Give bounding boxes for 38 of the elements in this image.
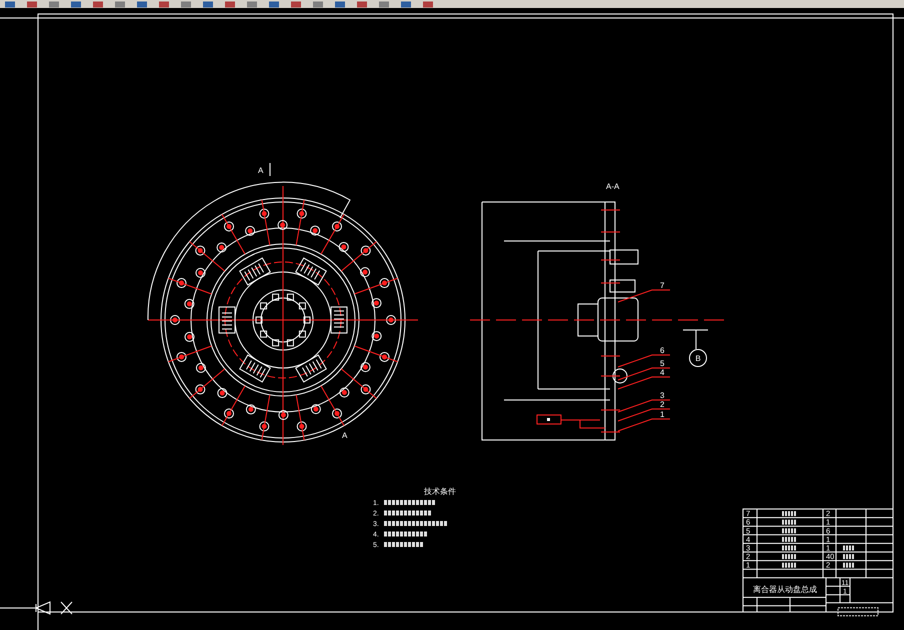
leader-line: [618, 368, 670, 380]
leader-line: [618, 354, 670, 368]
illegible-text-drawing: [782, 511, 796, 516]
illegible-text-drawing: [782, 546, 796, 550]
section-marker: A: [258, 166, 264, 175]
callout-number: 2: [660, 400, 664, 409]
surface-finish-symbol: [536, 414, 606, 428]
leader-line: [618, 400, 670, 412]
illegible-text-drawing: [384, 521, 447, 526]
section-marker: A: [342, 431, 348, 440]
notes-title: 技术条件: [424, 487, 456, 496]
ucs-icon: [0, 601, 50, 615]
detail-marker: B: [695, 354, 701, 363]
leader-line: [618, 376, 670, 390]
detail-leader-line: [682, 330, 708, 350]
leader-line: [618, 408, 670, 422]
illegible-text-drawing: [782, 562, 796, 568]
callout-number: 3: [660, 391, 664, 400]
leader-line: [618, 418, 670, 432]
illegible-text-drawing: [838, 607, 878, 616]
callout-number: 6: [660, 346, 664, 355]
callout-number: 4: [660, 368, 664, 377]
callout-number: 7: [660, 281, 664, 290]
illegible-text-drawing: [782, 536, 796, 542]
section-title: A-A: [606, 182, 620, 191]
axis-x-icon: [60, 602, 72, 614]
illegible-text-drawing: [782, 520, 796, 525]
illegible-text-drawing: [384, 510, 431, 516]
illegible-text-drawing: [384, 500, 435, 505]
callout-number: 1: [660, 410, 664, 419]
illegible-text-drawing: [782, 554, 796, 560]
drawing-title: 离合器从动盘总成: [753, 584, 817, 594]
illegible-text-drawing: [782, 528, 796, 534]
leader-line: [618, 290, 670, 302]
illegible-text-drawing: [384, 532, 427, 536]
callout-number: 5: [660, 359, 664, 368]
illegible-text-drawing: [384, 542, 423, 547]
detail-circle: [689, 349, 707, 367]
